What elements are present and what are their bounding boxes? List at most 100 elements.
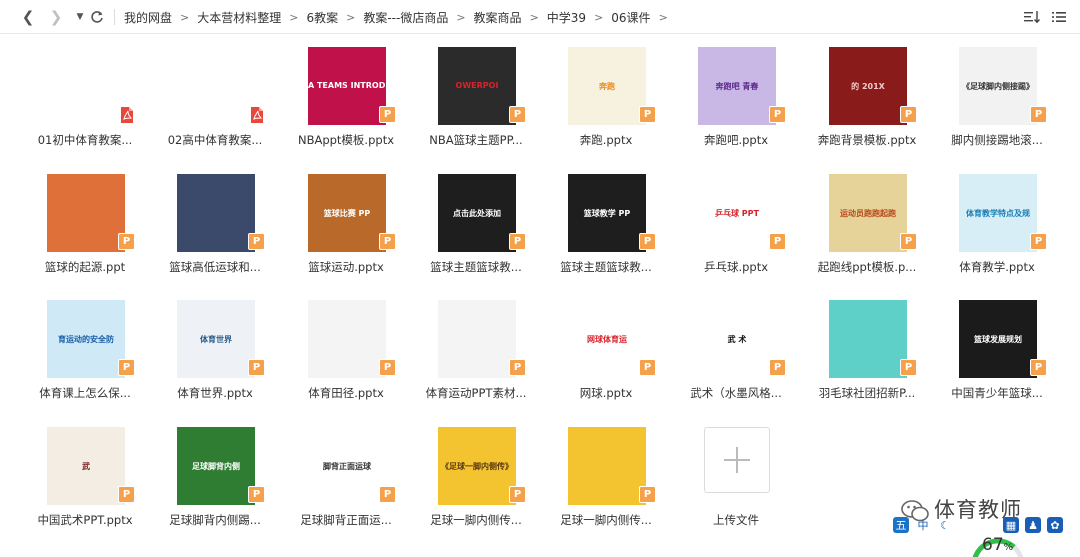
file-thumbnail: [308, 300, 386, 378]
pptx-file-icon: P: [639, 359, 656, 376]
pptx-file-icon: P: [769, 106, 786, 123]
plus-icon: [724, 447, 750, 473]
back-icon[interactable]: ❮: [18, 7, 38, 27]
file-item[interactable]: 武 P 中国武术PPT.pptx: [20, 414, 150, 536]
file-item[interactable]: 足球脚背内侧 P 足球脚背内侧踢...: [150, 414, 280, 536]
file-item[interactable]: 02高中体育教案...: [150, 34, 280, 156]
pptx-file-icon: P: [509, 106, 526, 123]
file-item[interactable]: 《足球一脚内侧传》 P 足球一脚内侧传...: [411, 414, 541, 536]
thumbnail-caption: 乒乓球 PPT: [715, 209, 759, 218]
breadcrumb-item[interactable]: 教案---微店商品: [357, 9, 454, 26]
file-item[interactable]: P 体育田径.pptx: [281, 287, 411, 409]
file-thumbnail: 奔跑吧 青春: [698, 47, 776, 125]
file-thumbnail: OWERPOI: [438, 47, 516, 125]
thumbnail-caption: 武 术: [727, 335, 747, 344]
breadcrumb-item[interactable]: 大本营材料整理: [191, 9, 287, 26]
file-thumbnail: 网球体育运: [568, 300, 646, 378]
file-item[interactable]: P 篮球高低运球和...: [150, 161, 280, 283]
thumbnail-caption: 的 201X: [851, 82, 885, 91]
file-item[interactable]: OWERPOI P NBA篮球主题PP...: [411, 34, 541, 156]
file-name: 奔跑吧.pptx: [703, 133, 769, 147]
file-item[interactable]: 网球体育运 P 网球.pptx: [541, 287, 671, 409]
ime-user-icon[interactable]: ♟: [1025, 517, 1041, 533]
file-item[interactable]: 01初中体育教案...: [20, 34, 150, 156]
breadcrumb-item[interactable]: 教案商品: [468, 9, 528, 26]
pptx-file-icon: P: [248, 233, 265, 250]
refresh-icon[interactable]: [87, 7, 107, 27]
file-item[interactable]: 奔跑 P 奔跑.pptx: [541, 34, 671, 156]
file-item[interactable]: P 足球一脚内侧传...: [541, 414, 671, 536]
file-item[interactable]: 体育世界 P 体育世界.pptx: [150, 287, 280, 409]
file-name: 奔跑.pptx: [579, 133, 633, 147]
file-name: NBA篮球主题PP...: [429, 133, 523, 147]
file-item[interactable]: 武 术 P 武术（水墨风格...: [671, 287, 801, 409]
file-item[interactable]: P 羽毛球社团招新P...: [802, 287, 932, 409]
pptx-file-icon: P: [248, 359, 265, 376]
battery-percent: 67%: [982, 535, 1014, 555]
ime-punct-icon[interactable]: ☾: [937, 517, 953, 533]
upload-box[interactable]: [704, 427, 770, 493]
file-thumbnail: 育运动的安全防: [47, 300, 125, 378]
file-item[interactable]: 乒乓球 PPT P 乒乓球.pptx: [671, 161, 801, 283]
ime-logo-icon[interactable]: 五: [893, 517, 909, 533]
file-thumbnail: [568, 427, 646, 505]
breadcrumb-item[interactable]: 中学39: [541, 9, 592, 26]
file-item[interactable]: 育运动的安全防 P 体育课上怎么保...: [20, 287, 150, 409]
file-item[interactable]: A TEAMS INTRODU P NBAppt模板.pptx: [281, 34, 411, 156]
pptx-file-icon: P: [509, 486, 526, 503]
file-name: 01初中体育教案...: [37, 133, 133, 147]
pptx-file-icon: P: [900, 106, 917, 123]
pptx-file-icon: P: [379, 359, 396, 376]
file-item[interactable]: 运动员跑跑起跑 P 起跑线ppt模板.p...: [802, 161, 932, 283]
breadcrumb-item[interactable]: 06课件: [605, 9, 656, 26]
file-item[interactable]: 篮球比赛 PP P 篮球运动.pptx: [281, 161, 411, 283]
forward-icon[interactable]: ❯: [46, 7, 66, 27]
file-name: 脚内侧接踢地滚...: [951, 133, 1043, 147]
file-thumbnail: 的 201X: [829, 47, 907, 125]
file-name: 篮球主题篮球教...: [560, 260, 652, 274]
file-item[interactable]: 体育教学特点及规 P 体育教学.pptx: [932, 161, 1062, 283]
breadcrumb-separator-icon: >: [658, 10, 668, 24]
file-item[interactable]: P 篮球的起源.ppt: [20, 161, 150, 283]
file-name: NBAppt模板.pptx: [297, 133, 395, 147]
thumbnail-caption: 点击此处添加: [453, 209, 501, 218]
thumbnail-caption: 网球体育运: [587, 335, 627, 344]
thumbnail-caption: 体育教学特点及规: [966, 209, 1030, 218]
file-item[interactable]: 《足球脚内侧接踢》 P 脚内侧接踢地滚...: [932, 34, 1062, 156]
upload-file-button[interactable]: 上传文件: [671, 414, 801, 536]
upload-label: 上传文件: [713, 513, 759, 527]
file-name: 乒乓球.pptx: [703, 260, 769, 274]
breadcrumb-item[interactable]: 我的网盘: [118, 9, 178, 26]
file-item[interactable]: 脚背正面运球 P 足球脚背正面运...: [281, 414, 411, 536]
pptx-file-icon: P: [379, 486, 396, 503]
sort-icon[interactable]: [1023, 8, 1041, 26]
pptx-file-icon: P: [118, 359, 135, 376]
pdf-file-icon: [248, 106, 265, 123]
file-item[interactable]: 点击此处添加 P 篮球主题篮球教...: [411, 161, 541, 283]
file-item[interactable]: 篮球教学 PP P 篮球主题篮球教...: [541, 161, 671, 283]
file-thumbnail: [47, 47, 125, 125]
list-view-icon[interactable]: [1050, 8, 1068, 26]
file-item[interactable]: 篮球发展规划 P 中国青少年篮球...: [932, 287, 1062, 409]
breadcrumb: 我的网盘 > 大本营材料整理 >6教案 > 教案---微店商品 > 教案商品 > 中学39 >06课…: [118, 0, 670, 34]
breadcrumb-item[interactable]: 6教案: [300, 9, 344, 26]
file-thumbnail: 《足球一脚内侧传》: [438, 427, 516, 505]
thumbnail-caption: 体育世界: [200, 335, 232, 344]
file-thumbnail: A TEAMS INTRODU: [308, 47, 386, 125]
ime-mode-icon[interactable]: 中: [915, 517, 931, 533]
file-item[interactable]: 的 201X P 奔跑背景模板.pptx: [802, 34, 932, 156]
file-thumbnail: [438, 300, 516, 378]
file-item[interactable]: P 体育运动PPT素材...: [411, 287, 541, 409]
file-grid: 01初中体育教案... 02高中体育教案... A TEAMS INTRODU P NB…: [0, 34, 1080, 557]
thumbnail-caption: 运动员跑跑起跑: [840, 209, 896, 218]
ime-settings-icon[interactable]: ✿: [1047, 517, 1063, 533]
file-name: 02高中体育教案...: [167, 133, 263, 147]
file-thumbnail: 《足球脚内侧接踢》: [959, 47, 1037, 125]
top-nav-bar: ❮ ❯ ▼ 我的网盘 > 大本营材料整理 >6教案 > 教案---微店商品 > 教案商品 > 中学…: [0, 0, 1080, 34]
file-name: 篮球的起源.ppt: [44, 260, 126, 274]
file-thumbnail: 篮球发展规划: [959, 300, 1037, 378]
file-thumbnail: 脚背正面运球: [308, 427, 386, 505]
file-item[interactable]: 奔跑吧 青春 P 奔跑吧.pptx: [671, 34, 801, 156]
thumbnail-caption: 奔跑: [599, 82, 615, 91]
thumbnail-caption: 脚背正面运球: [323, 462, 371, 471]
